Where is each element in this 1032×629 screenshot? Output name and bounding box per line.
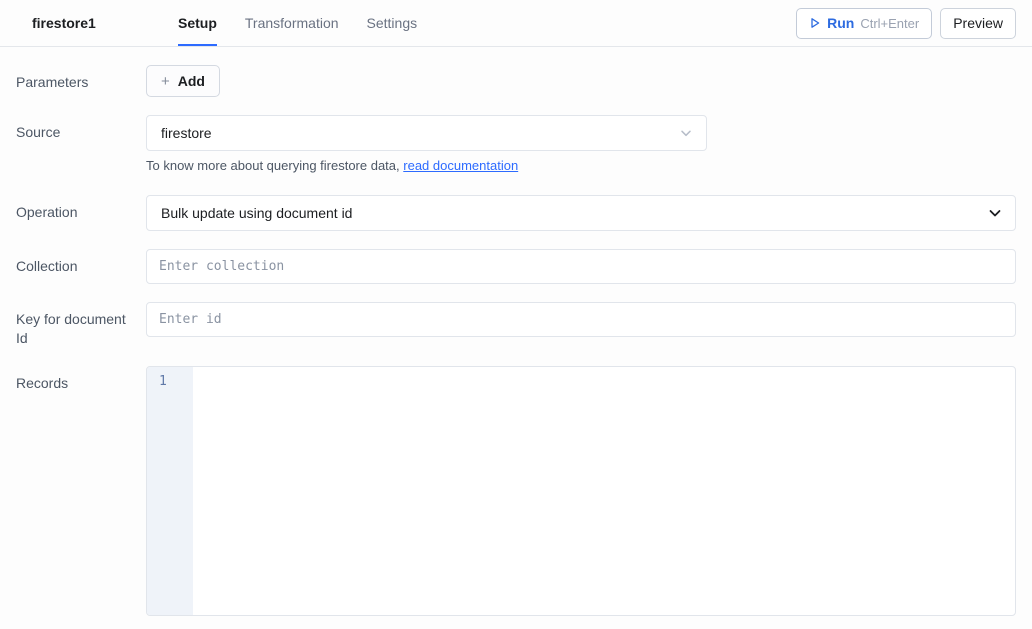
plus-icon: + (161, 74, 170, 89)
parameters-row: Parameters + Add (16, 65, 1016, 97)
parameters-label: Parameters (16, 65, 146, 92)
line-number: 1 (147, 374, 193, 389)
records-editor[interactable]: 1 (146, 366, 1016, 616)
collection-label: Collection (16, 249, 146, 276)
source-help-prefix: To know more about querying firestore da… (146, 158, 400, 173)
source-select[interactable]: firestore (146, 115, 707, 151)
operation-row: Operation Bulk update using document id (16, 195, 1016, 231)
document-id-input[interactable] (146, 302, 1016, 337)
tab-transformation[interactable]: Transformation (245, 0, 339, 46)
tab-setup[interactable]: Setup (178, 0, 217, 46)
tab-settings[interactable]: Settings (367, 0, 418, 46)
run-button[interactable]: Run Ctrl+Enter (796, 8, 932, 39)
records-label: Records (16, 366, 146, 393)
query-name[interactable]: firestore1 (0, 0, 178, 46)
document-key-label: Key for document Id (16, 302, 146, 348)
records-row: Records 1 (16, 366, 1016, 616)
add-button-label: Add (178, 73, 205, 89)
query-form: Parameters + Add Source firestore To kno… (0, 47, 1032, 616)
header-actions: Run Ctrl+Enter Preview (796, 0, 1032, 46)
source-select-value: firestore (161, 125, 212, 141)
read-documentation-link[interactable]: read documentation (403, 158, 518, 173)
operation-label: Operation (16, 195, 146, 222)
editor-gutter: 1 (147, 367, 193, 615)
source-row: Source firestore To know more about quer… (16, 115, 1016, 173)
document-key-row: Key for document Id (16, 302, 1016, 348)
chevron-down-icon (678, 125, 694, 141)
source-help-text: To know more about querying firestore da… (146, 158, 1016, 173)
run-shortcut: Ctrl+Enter (860, 16, 919, 31)
editor-content-area[interactable] (193, 367, 1015, 615)
collection-input[interactable] (146, 249, 1016, 284)
operation-select[interactable]: Bulk update using document id (146, 195, 1016, 231)
add-parameter-button[interactable]: + Add (146, 65, 220, 97)
collection-row: Collection (16, 249, 1016, 284)
preview-button[interactable]: Preview (940, 8, 1016, 39)
run-label: Run (827, 15, 854, 31)
source-label: Source (16, 115, 146, 142)
query-header: firestore1 Setup Transformation Settings… (0, 0, 1032, 47)
chevron-down-icon (987, 205, 1003, 221)
play-icon (809, 17, 821, 29)
tab-bar: Setup Transformation Settings (178, 0, 417, 46)
operation-select-value: Bulk update using document id (161, 205, 352, 221)
